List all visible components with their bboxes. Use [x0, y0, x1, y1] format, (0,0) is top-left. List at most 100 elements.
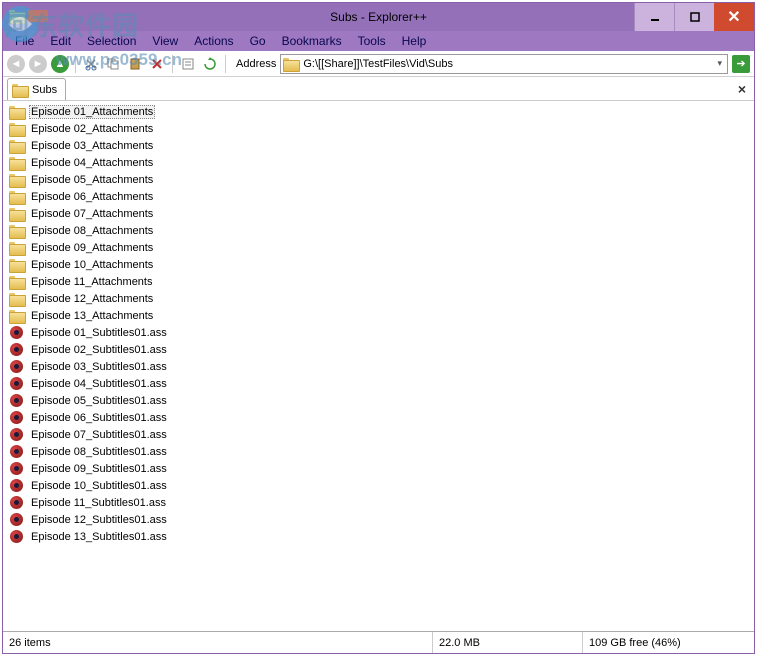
address-bar[interactable]: G:\[[Share]]\TestFiles\Vid\Subs ▾ — [280, 54, 728, 74]
ass-file-icon — [9, 479, 25, 493]
file-name: Episode 13_Subtitles01.ass — [29, 531, 169, 543]
window-title: Subs - Explorer++ — [330, 10, 427, 24]
list-item[interactable]: Episode 04_Attachments — [9, 154, 748, 171]
list-item[interactable]: Episode 08_Subtitles01.ass — [9, 443, 748, 460]
list-item[interactable]: Episode 13_Attachments — [9, 307, 748, 324]
file-list[interactable]: Episode 01_Attachments Episode 02_Attachm… — [3, 101, 754, 631]
folder-icon — [12, 83, 28, 97]
file-name: Episode 11_Attachments — [29, 276, 154, 288]
list-item[interactable]: Episode 12_Attachments — [9, 290, 748, 307]
file-name: Episode 01_Subtitles01.ass — [29, 327, 169, 339]
refresh-icon[interactable] — [201, 55, 219, 73]
tab-close-icon[interactable]: × — [738, 81, 746, 97]
list-item[interactable]: Episode 02_Subtitles01.ass — [9, 341, 748, 358]
file-name: Episode 11_Subtitles01.ass — [29, 497, 168, 509]
folder-icon — [9, 309, 25, 323]
list-item[interactable]: Episode 06_Subtitles01.ass — [9, 409, 748, 426]
menu-go[interactable]: Go — [242, 33, 274, 49]
paste-icon[interactable] — [126, 55, 144, 73]
folder-icon — [9, 258, 25, 272]
ass-file-icon — [9, 530, 25, 544]
separator — [172, 55, 173, 73]
file-name: Episode 02_Subtitles01.ass — [29, 344, 169, 356]
list-item[interactable]: Episode 05_Subtitles01.ass — [9, 392, 748, 409]
menu-actions[interactable]: Actions — [186, 33, 241, 49]
status-item-count: 26 items — [3, 632, 433, 653]
list-item[interactable]: Episode 13_Subtitles01.ass — [9, 528, 748, 545]
list-item[interactable]: Episode 08_Attachments — [9, 222, 748, 239]
ass-file-icon — [9, 513, 25, 527]
list-item[interactable]: Episode 05_Attachments — [9, 171, 748, 188]
separator — [75, 55, 76, 73]
file-name: Episode 01_Attachments — [29, 105, 155, 119]
properties-icon[interactable] — [179, 55, 197, 73]
tab-bar: Subs × — [3, 77, 754, 101]
folder-icon — [9, 105, 25, 119]
tab-subs[interactable]: Subs — [7, 78, 66, 100]
menu-selection[interactable]: Selection — [79, 33, 144, 49]
file-name: Episode 05_Subtitles01.ass — [29, 395, 169, 407]
list-item[interactable]: Episode 10_Attachments — [9, 256, 748, 273]
minimize-button[interactable] — [634, 3, 674, 31]
folder-icon — [9, 122, 25, 136]
menu-tools[interactable]: Tools — [350, 33, 394, 49]
list-item[interactable]: Episode 01_Attachments — [9, 103, 748, 120]
folder-icon — [9, 156, 25, 170]
list-item[interactable]: Episode 11_Attachments — [9, 273, 748, 290]
list-item[interactable]: Episode 06_Attachments — [9, 188, 748, 205]
menu-bookmarks[interactable]: Bookmarks — [274, 33, 350, 49]
menu-view[interactable]: View — [144, 33, 186, 49]
file-name: Episode 10_Subtitles01.ass — [29, 480, 169, 492]
list-item[interactable]: Episode 11_Subtitles01.ass — [9, 494, 748, 511]
file-name: Episode 13_Attachments — [29, 310, 155, 322]
ass-file-icon — [9, 394, 25, 408]
ass-file-icon — [9, 377, 25, 391]
list-item[interactable]: Episode 12_Subtitles01.ass — [9, 511, 748, 528]
folder-icon — [9, 241, 25, 255]
close-button[interactable]: ✕ — [714, 3, 754, 31]
list-item[interactable]: Episode 03_Attachments — [9, 137, 748, 154]
file-name: Episode 10_Attachments — [29, 259, 155, 271]
file-name: Episode 03_Attachments — [29, 140, 155, 152]
status-size: 22.0 MB — [433, 632, 583, 653]
address-dropdown-icon[interactable]: ▾ — [714, 58, 725, 69]
copy-icon[interactable] — [104, 55, 122, 73]
menu-help[interactable]: Help — [394, 33, 435, 49]
list-item[interactable]: Episode 09_Subtitles01.ass — [9, 460, 748, 477]
list-item[interactable]: Episode 02_Attachments — [9, 120, 748, 137]
ass-file-icon — [9, 411, 25, 425]
address-path[interactable]: G:\[[Share]]\TestFiles\Vid\Subs — [303, 58, 714, 70]
folder-icon — [9, 139, 25, 153]
list-item[interactable]: Episode 04_Subtitles01.ass — [9, 375, 748, 392]
folder-icon — [9, 173, 25, 187]
folder-icon — [9, 292, 25, 306]
folder-icon — [9, 190, 25, 204]
file-name: Episode 07_Subtitles01.ass — [29, 429, 169, 441]
go-button[interactable]: ➔ — [732, 55, 750, 73]
cut-icon[interactable] — [82, 55, 100, 73]
file-name: Episode 02_Attachments — [29, 123, 155, 135]
folder-icon — [9, 207, 25, 221]
list-item[interactable]: Episode 10_Subtitles01.ass — [9, 477, 748, 494]
list-item[interactable]: Episode 01_Subtitles01.ass — [9, 324, 748, 341]
list-item[interactable]: Episode 09_Attachments — [9, 239, 748, 256]
file-name: Episode 04_Subtitles01.ass — [29, 378, 169, 390]
file-name: Episode 06_Attachments — [29, 191, 155, 203]
maximize-button[interactable] — [674, 3, 714, 31]
list-item[interactable]: Episode 07_Attachments — [9, 205, 748, 222]
file-name: Episode 08_Attachments — [29, 225, 155, 237]
tab-label: Subs — [32, 84, 57, 96]
watermark-logo — [0, 2, 52, 46]
up-button[interactable]: ▲ — [51, 55, 69, 73]
titlebar[interactable]: Subs - Explorer++ ✕ — [3, 3, 754, 31]
forward-button[interactable]: ► — [29, 55, 47, 73]
delete-icon[interactable] — [148, 55, 166, 73]
file-name: Episode 07_Attachments — [29, 208, 155, 220]
list-item[interactable]: Episode 07_Subtitles01.ass — [9, 426, 748, 443]
folder-icon — [283, 57, 299, 71]
separator — [225, 55, 226, 73]
list-item[interactable]: Episode 03_Subtitles01.ass — [9, 358, 748, 375]
ass-file-icon — [9, 428, 25, 442]
back-button[interactable]: ◄ — [7, 55, 25, 73]
file-name: Episode 09_Subtitles01.ass — [29, 463, 169, 475]
